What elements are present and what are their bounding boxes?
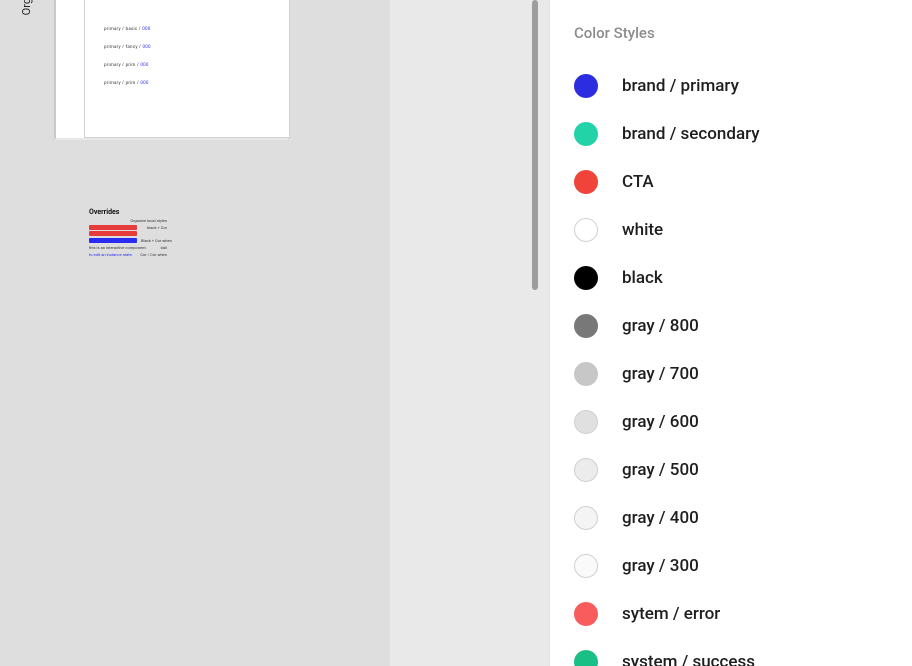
properties-panel: Color Styles brand / primary brand / seco… xyxy=(549,0,912,666)
color-style-name: gray / 600 xyxy=(622,412,699,432)
color-style-name: gray / 800 xyxy=(622,316,699,336)
vertical-axis-label: Org xyxy=(20,0,33,15)
color-swatch xyxy=(574,218,598,242)
color-style-item[interactable]: gray / 800 xyxy=(574,302,912,350)
color-style-name: white xyxy=(622,220,663,240)
color-style-list: brand / primary brand / secondary CTA white… xyxy=(574,62,912,666)
override-row: black + Cor xyxy=(89,225,167,230)
color-style-name: sytem / error xyxy=(622,604,720,624)
color-style-item[interactable]: gray / 300 xyxy=(574,542,912,590)
color-style-name: black xyxy=(622,268,663,288)
color-swatch xyxy=(574,506,598,530)
color-style-item[interactable]: gray / 700 xyxy=(574,350,912,398)
frame-subtitle: Organize local styles xyxy=(89,218,167,223)
color-style-item[interactable]: sytem / error xyxy=(574,590,912,638)
color-style-name: gray / 500 xyxy=(622,460,699,480)
color-swatch xyxy=(574,74,598,98)
color-style-item[interactable]: CTA xyxy=(574,158,912,206)
panel-heading: Color Styles xyxy=(574,24,912,42)
frame-tiny-list: primary / basic / 000 primary / fancy / … xyxy=(104,15,151,99)
override-pill xyxy=(89,231,137,236)
color-swatch xyxy=(574,122,598,146)
frame-title: Overrides xyxy=(89,208,167,216)
color-swatch xyxy=(574,650,598,666)
color-swatch xyxy=(574,458,598,482)
color-style-item[interactable]: gray / 600 xyxy=(574,398,912,446)
override-pill xyxy=(89,238,137,243)
override-row-label: Black + Cor when xyxy=(139,238,172,243)
frame-overrides[interactable]: Overrides Organize local styles black + … xyxy=(89,208,167,257)
color-style-item[interactable]: gray / 500 xyxy=(574,446,912,494)
color-style-name: system / success xyxy=(622,652,755,666)
color-style-item[interactable]: black xyxy=(574,254,912,302)
color-swatch xyxy=(574,554,598,578)
override-text-line: to edit an instance state. Cor / Cor whe… xyxy=(89,252,167,257)
color-style-name: brand / secondary xyxy=(622,124,760,144)
color-style-item[interactable]: gray / 400 xyxy=(574,494,912,542)
color-swatch xyxy=(574,314,598,338)
color-swatch xyxy=(574,410,598,434)
override-row xyxy=(89,231,167,236)
color-style-item[interactable]: brand / primary xyxy=(574,62,912,110)
color-swatch xyxy=(574,266,598,290)
color-style-item[interactable]: brand / secondary xyxy=(574,110,912,158)
override-pill xyxy=(89,225,137,230)
override-row: Black + Cor when xyxy=(89,238,167,243)
color-style-name: gray / 300 xyxy=(622,556,699,576)
color-swatch xyxy=(574,170,598,194)
color-swatch xyxy=(574,362,598,386)
color-style-item[interactable]: system / success xyxy=(574,638,912,666)
override-text-line: this is an interactive component. ball xyxy=(89,245,167,250)
color-style-name: CTA xyxy=(622,172,654,192)
color-style-name: brand / primary xyxy=(622,76,739,96)
frame-color-list[interactable]: primary / basic / 000 primary / fancy / … xyxy=(54,0,288,140)
canvas-area[interactable]: Org primary / basic / 000 primary / fanc… xyxy=(0,0,549,666)
color-style-item[interactable]: white xyxy=(574,206,912,254)
canvas-scrollbar[interactable] xyxy=(532,0,538,290)
color-swatch xyxy=(574,602,598,626)
color-style-name: gray / 700 xyxy=(622,364,699,384)
override-row-label: black + Cor xyxy=(145,225,167,230)
color-style-name: gray / 400 xyxy=(622,508,699,528)
